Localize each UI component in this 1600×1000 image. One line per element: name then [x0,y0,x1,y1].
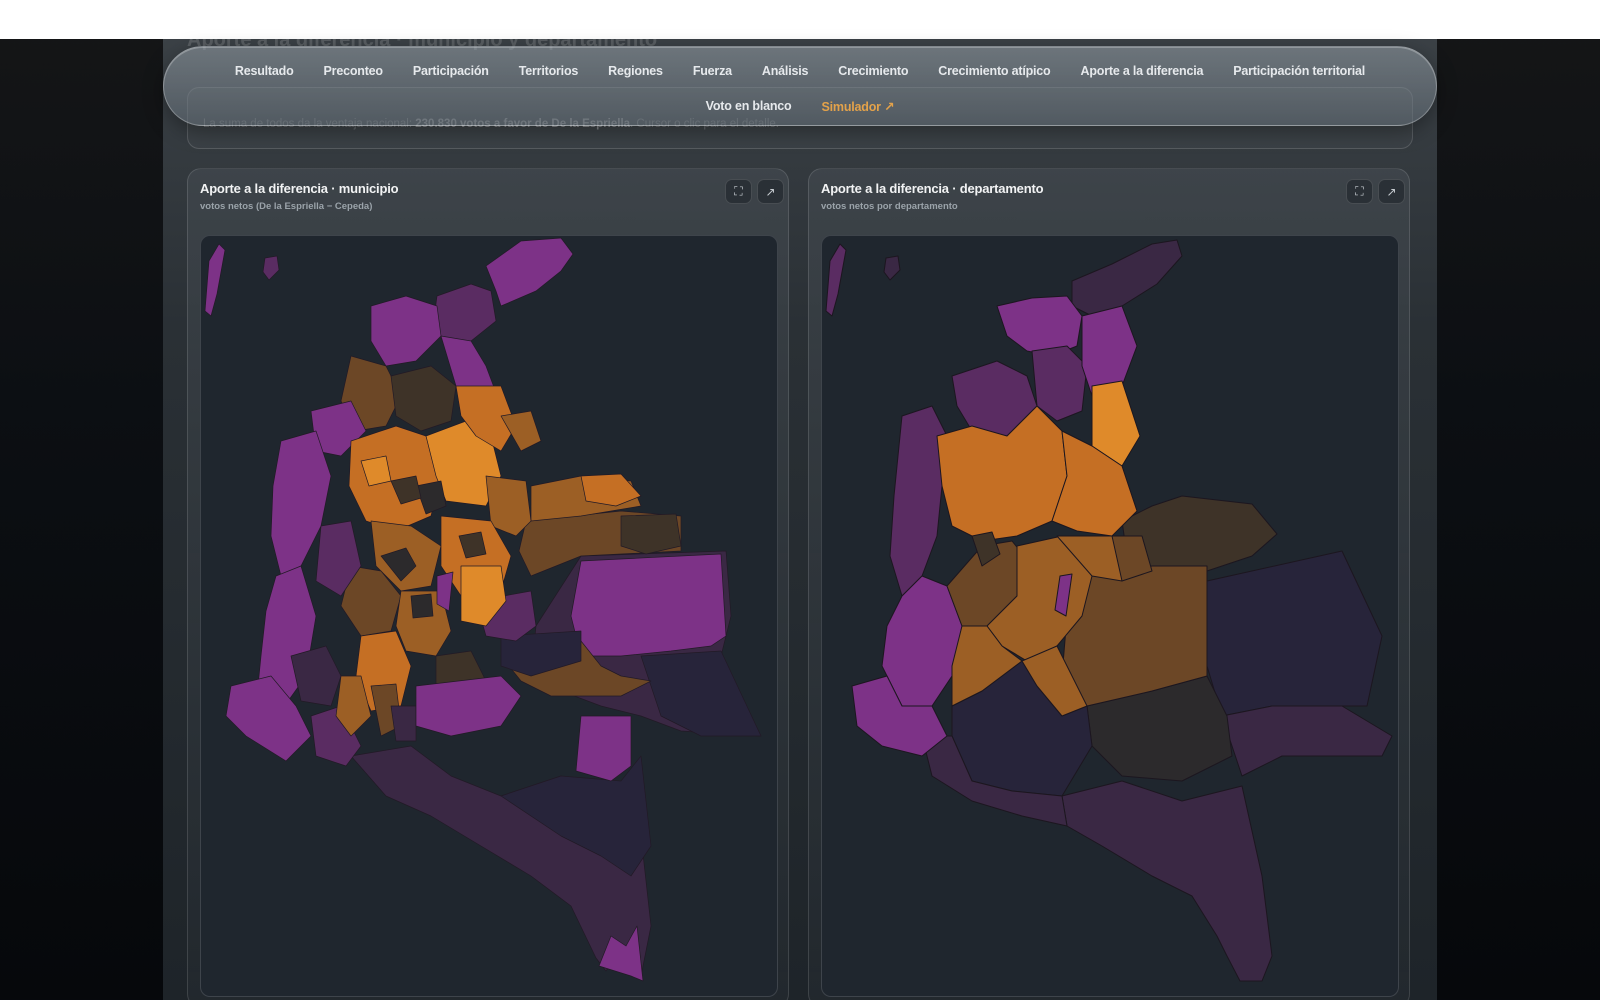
dept-vaupes[interactable] [1221,705,1393,777]
tab-resultado[interactable]: Resultado [220,60,309,82]
fullscreen-button[interactable]: ⛶ [1346,179,1373,204]
tab-participacion[interactable]: Participación [398,60,504,82]
nav-row-2: Voto en blanco Simulador ↗ [164,95,1436,118]
region-guainia[interactable] [640,650,762,737]
expand-button[interactable]: ↗ [757,179,784,204]
tab-regiones[interactable]: Regiones [593,60,678,82]
expand-icon: ↗ [1386,184,1397,199]
fullscreen-icon: ⛶ [1355,184,1364,198]
region-sumapaz[interactable] [436,571,454,612]
card-subtitle: votos netos por departamento [821,201,958,212]
dept-amazonas[interactable] [1061,780,1273,982]
dept-cesar-north[interactable] [1081,305,1138,397]
dept-valle-cauca[interactable] [881,575,963,707]
tab-analisis[interactable]: Análisis [747,60,823,82]
region-caqueta[interactable] [415,675,522,737]
card-title: Aporte a la diferencia · municipio [200,181,399,196]
region-cauca-west[interactable] [290,645,342,707]
map-municipio-svg[interactable] [201,236,778,997]
tab-simulador[interactable]: Simulador ↗ [807,95,910,118]
region-tolima-north[interactable] [410,593,434,619]
tab-territorios[interactable]: Territorios [504,60,593,82]
dept-choco[interactable] [889,405,948,597]
tab-voto-en-blanco[interactable]: Voto en blanco [691,95,807,118]
main-nav: Resultado Preconteo Participación Territ… [163,46,1437,126]
region-guaviare[interactable] [575,715,632,782]
app-panel: Aporte a la diferencia · municipio y dep… [163,29,1437,1000]
region-islands[interactable] [825,243,847,317]
region-caqueta-west[interactable] [390,705,417,742]
region-magdalena[interactable] [370,295,442,367]
expand-button[interactable]: ↗ [1378,179,1405,204]
region-sucre[interactable] [390,365,457,432]
tab-aporte-diferencia[interactable]: Aporte a la diferencia [1066,60,1219,82]
card-subtitle: votos netos (De la Espriella − Cepeda) [200,201,373,212]
tab-participacion-territorial[interactable]: Participación territorial [1218,60,1380,82]
dept-guajira[interactable] [1071,239,1183,317]
map-departamento-svg[interactable] [822,236,1399,997]
region-islands[interactable] [204,243,226,317]
expand-icon: ↗ [765,184,776,199]
region-vichada-main[interactable] [570,553,727,657]
tab-crecimiento[interactable]: Crecimiento [823,60,923,82]
tab-fuerza[interactable]: Fuerza [678,60,747,82]
card-departamento: Aporte a la diferencia · departamento vo… [808,168,1410,1000]
fullscreen-button[interactable]: ⛶ [725,179,752,204]
region-casanare-2[interactable] [620,513,682,555]
card-title: Aporte a la diferencia · departamento [821,181,1044,196]
browser-top-strip [0,0,1600,39]
dept-magdalena[interactable] [996,295,1083,357]
fullscreen-icon: ⛶ [734,184,743,198]
dept-guainia[interactable] [1206,550,1383,717]
region-islands-2[interactable] [262,255,280,281]
tab-crecimiento-atipico[interactable]: Crecimiento atípico [923,60,1065,82]
region-guajira[interactable] [485,237,574,307]
nav-row-1: Resultado Preconteo Participación Territ… [164,60,1436,82]
tab-preconteo[interactable]: Preconteo [309,60,398,82]
map-municipio[interactable] [200,235,778,997]
map-departamento[interactable] [821,235,1399,997]
region-islands-2[interactable] [883,255,901,281]
card-municipio: Aporte a la diferencia · municipio votos… [187,168,789,1000]
